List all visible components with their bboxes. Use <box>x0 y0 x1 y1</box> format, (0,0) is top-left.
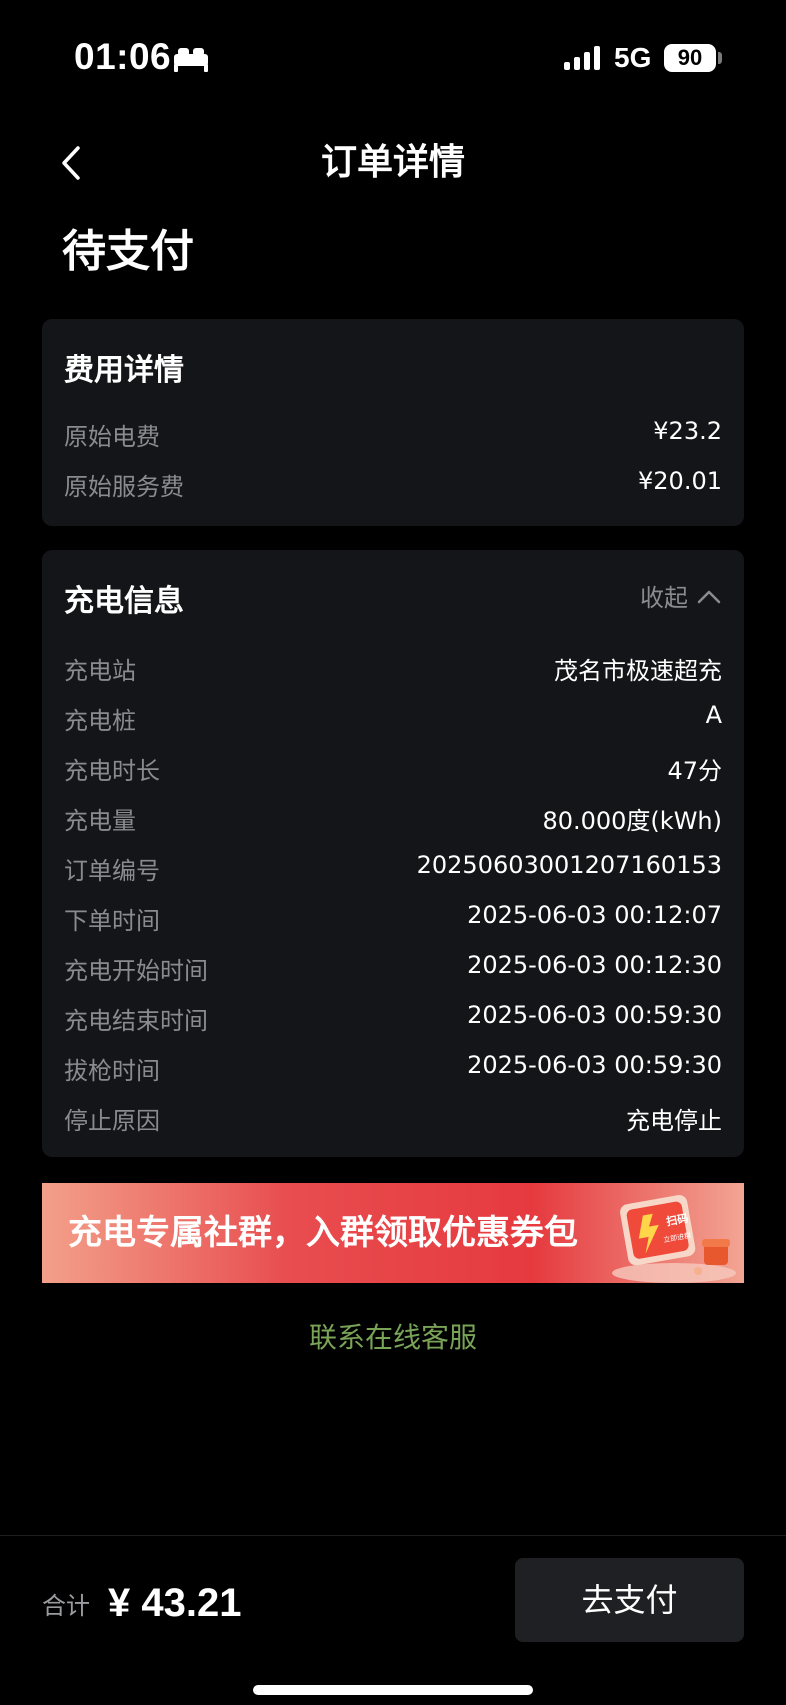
charge-row-value: 2025-06-03 00:12:07 <box>467 901 722 929</box>
charge-row-value: 2025-06-03 00:59:30 <box>467 1051 722 1079</box>
page-title: 订单详情 <box>320 142 465 183</box>
network-type: 5G <box>614 42 652 73</box>
charge-row-label: 充电桩 <box>64 707 136 735</box>
fee-row-value: ¥20.01 <box>638 467 722 495</box>
charge-info-card: 充电信息 收起 充电站 茂名市极速超充 充电桩 A 充电时长 47分 充电量 8… <box>42 550 744 1157</box>
charge-row-label: 充电站 <box>64 657 136 685</box>
contact-support-link[interactable]: 联系在线客服 <box>0 1318 786 1358</box>
fee-details-title: 费用详情 <box>64 353 184 388</box>
battery-nub <box>718 52 722 64</box>
status-time: 01:06 <box>74 36 172 77</box>
charge-row-value: 茂名市极速超充 <box>554 657 722 685</box>
charge-row-value: 20250603001207160153 <box>416 851 722 879</box>
fee-row-value: ¥23.2 <box>653 417 722 445</box>
bed-icon <box>174 48 208 72</box>
fee-row-label: 原始服务费 <box>64 473 184 501</box>
cellular-signal-icon <box>564 46 600 70</box>
home-indicator[interactable] <box>253 1685 533 1695</box>
charge-row-label: 下单时间 <box>64 907 160 935</box>
charge-row-value: 充电停止 <box>626 1107 722 1135</box>
fee-details-card: 费用详情 原始电费 ¥23.2 原始服务费 ¥20.01 <box>42 319 744 526</box>
charge-row-value: 2025-06-03 00:12:30 <box>467 951 722 979</box>
charge-info-title: 充电信息 <box>64 584 184 619</box>
charge-row-label: 充电时长 <box>64 757 160 785</box>
charge-row-value: A <box>705 701 722 729</box>
charge-row-label: 充电开始时间 <box>64 957 208 985</box>
promo-text: 充电专属社群，入群领取优惠券包 <box>68 1213 578 1253</box>
coupon-ticket-icon: 扫码 立即进群 <box>612 1195 736 1283</box>
promo-banner[interactable]: 充电专属社群，入群领取优惠券包 扫码 立即进群 <box>42 1183 744 1283</box>
battery-icon: 90 <box>664 44 716 72</box>
charge-row-label: 充电量 <box>64 807 136 835</box>
pay-button[interactable]: 去支付 <box>515 1558 744 1642</box>
charge-row-label: 停止原因 <box>64 1107 160 1135</box>
charge-row-label: 订单编号 <box>64 857 160 885</box>
total-label: 合计 <box>42 1592 90 1620</box>
chevron-up-icon <box>697 590 721 603</box>
charge-row-label: 充电结束时间 <box>64 1007 208 1035</box>
charge-row-value: 2025-06-03 00:59:30 <box>467 1001 722 1029</box>
fee-row-label: 原始电费 <box>64 423 160 451</box>
bottom-bar: 合计 ¥ 43.21 去支付 <box>0 1535 786 1705</box>
charge-row-value: 80.000度(kWh) <box>542 807 722 835</box>
collapse-button[interactable]: 收起 <box>640 578 722 613</box>
collapse-label: 收起 <box>640 584 688 612</box>
order-status: 待支付 <box>62 226 194 277</box>
charge-row-value: 47分 <box>667 757 722 785</box>
charge-row-label: 拔枪时间 <box>64 1057 160 1085</box>
status-bar: 01:06 5G 90 <box>0 0 786 118</box>
total-amount: ¥ 43.21 <box>108 1581 242 1625</box>
